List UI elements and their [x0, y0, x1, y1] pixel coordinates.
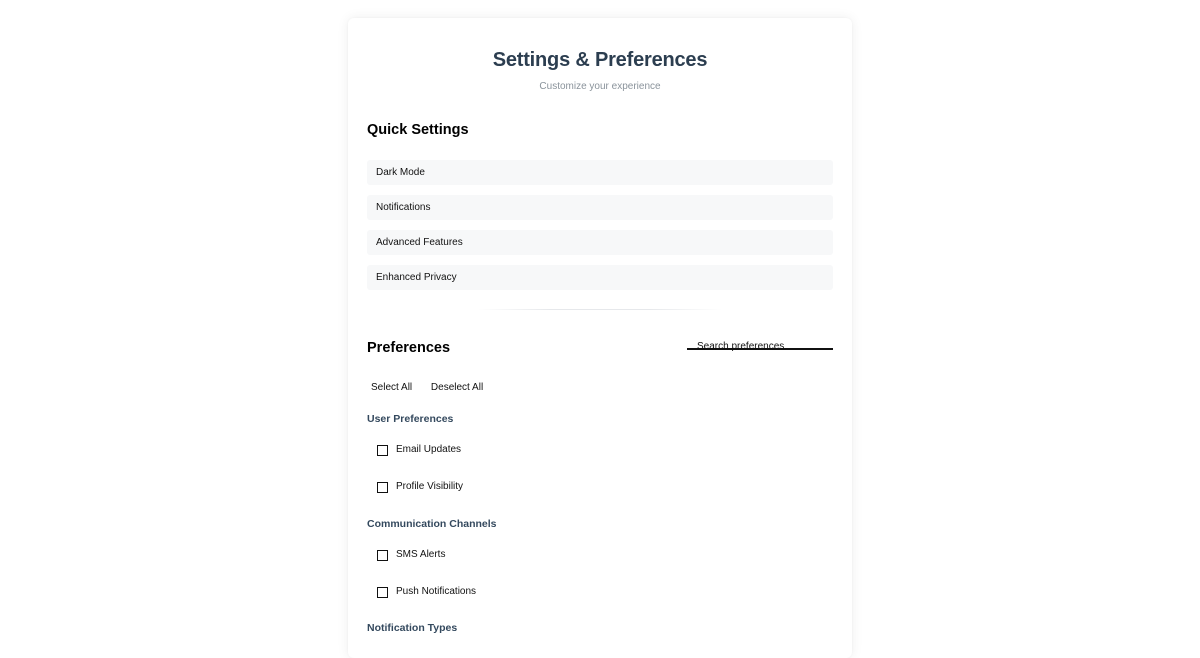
group-title-notification-types: Notification Types: [367, 622, 458, 634]
sms-alerts-checkbox[interactable]: [377, 549, 388, 561]
search-field: [687, 336, 833, 353]
page-subtitle: Customize your experience: [539, 81, 661, 92]
search-input[interactable]: [687, 341, 833, 353]
email-updates-checkbox[interactable]: [377, 444, 388, 456]
deselect-all-button[interactable]: Deselect All: [431, 382, 483, 394]
quick-settings-list: Dark Mode Notifications Advanced Feature…: [367, 160, 833, 300]
option-label: Push Notifications: [396, 586, 477, 597]
select-all-button[interactable]: Select All: [371, 382, 412, 394]
quick-setting-enhanced-privacy[interactable]: Enhanced Privacy: [367, 265, 833, 290]
page-title: Settings & Preferences: [492, 49, 708, 71]
group-title-communication-channels: Communication Channels: [367, 518, 497, 530]
quick-settings-title: Quick Settings: [367, 122, 469, 138]
quick-setting-advanced-features[interactable]: Advanced Features: [367, 230, 833, 255]
preferences-title: Preferences: [367, 340, 451, 356]
section-divider: [478, 309, 722, 310]
option-sms-alerts[interactable]: SMS Alerts: [377, 549, 445, 563]
group-title-user-preferences: User Preferences: [367, 413, 454, 425]
option-push-notifications[interactable]: Push Notifications: [377, 586, 476, 600]
option-email-updates[interactable]: Email Updates: [377, 444, 461, 458]
settings-card: Settings & Preferences Customize your ex…: [348, 18, 852, 658]
option-label: Profile Visibility: [396, 481, 464, 492]
page-header: Settings & Preferences Customize your ex…: [348, 18, 852, 93]
option-profile-visibility[interactable]: Profile Visibility: [377, 481, 463, 495]
bulk-actions: Select All Deselect All: [371, 382, 499, 394]
push-notifications-checkbox[interactable]: [377, 586, 388, 598]
option-label: Email Updates: [396, 444, 462, 455]
option-label: SMS Alerts: [396, 549, 446, 560]
quick-setting-dark-mode[interactable]: Dark Mode: [367, 160, 833, 185]
quick-setting-notifications[interactable]: Notifications: [367, 195, 833, 220]
profile-visibility-checkbox[interactable]: [377, 481, 388, 493]
